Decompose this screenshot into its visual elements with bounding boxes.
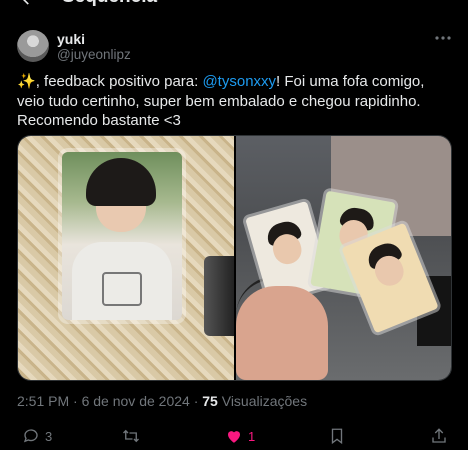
- back-arrow-icon[interactable]: [18, 0, 38, 8]
- top-bar: Sequência: [0, 0, 468, 14]
- sparkles-emoji: ✨: [17, 73, 36, 90]
- author-handle[interactable]: @juyeonlipz: [57, 47, 131, 62]
- like-button[interactable]: 1: [225, 427, 255, 445]
- heart-icon: [228, 431, 240, 443]
- share-icon: [432, 428, 446, 443]
- photocard-image: [62, 152, 182, 320]
- meta-separator: ·: [69, 393, 82, 409]
- tweet-time[interactable]: 2:51 PM: [17, 393, 69, 409]
- avatar[interactable]: [17, 30, 49, 62]
- photo-cards-right[interactable]: [235, 136, 451, 380]
- views-label: Visualizações: [217, 393, 308, 409]
- tweet-date[interactable]: 6 de nov de 2024: [82, 393, 190, 409]
- retweet-icon: [123, 429, 139, 443]
- tweet-media[interactable]: [17, 135, 452, 381]
- bookmark-icon: [331, 428, 343, 445]
- bookmark-button[interactable]: [328, 427, 346, 445]
- page-title: Sequência: [62, 0, 157, 8]
- tweet-text: ✨, feedback positivo para: @tysonxxy! Fo…: [17, 72, 447, 131]
- tweet-text-part: , feedback positivo para:: [35, 73, 203, 90]
- more-options-icon[interactable]: [434, 31, 452, 45]
- tweet-metadata: 2:51 PM · 6 de nov de 2024 · 75 Visualiz…: [17, 393, 307, 409]
- like-count: 1: [248, 428, 256, 444]
- tweet-actions: 3 1: [0, 425, 468, 450]
- mention-link[interactable]: @tysonxxy: [202, 73, 276, 90]
- retweet-button[interactable]: [122, 427, 145, 445]
- meta-separator: ·: [189, 393, 203, 409]
- photo-card-left[interactable]: [18, 136, 234, 380]
- views-count: 75: [202, 393, 218, 409]
- reply-icon: [23, 429, 38, 443]
- reply-button[interactable]: 3: [22, 427, 52, 445]
- share-button[interactable]: [430, 427, 448, 445]
- reply-count: 3: [45, 428, 53, 444]
- author-display-name[interactable]: yuki: [57, 31, 85, 47]
- hand-image: [235, 286, 328, 380]
